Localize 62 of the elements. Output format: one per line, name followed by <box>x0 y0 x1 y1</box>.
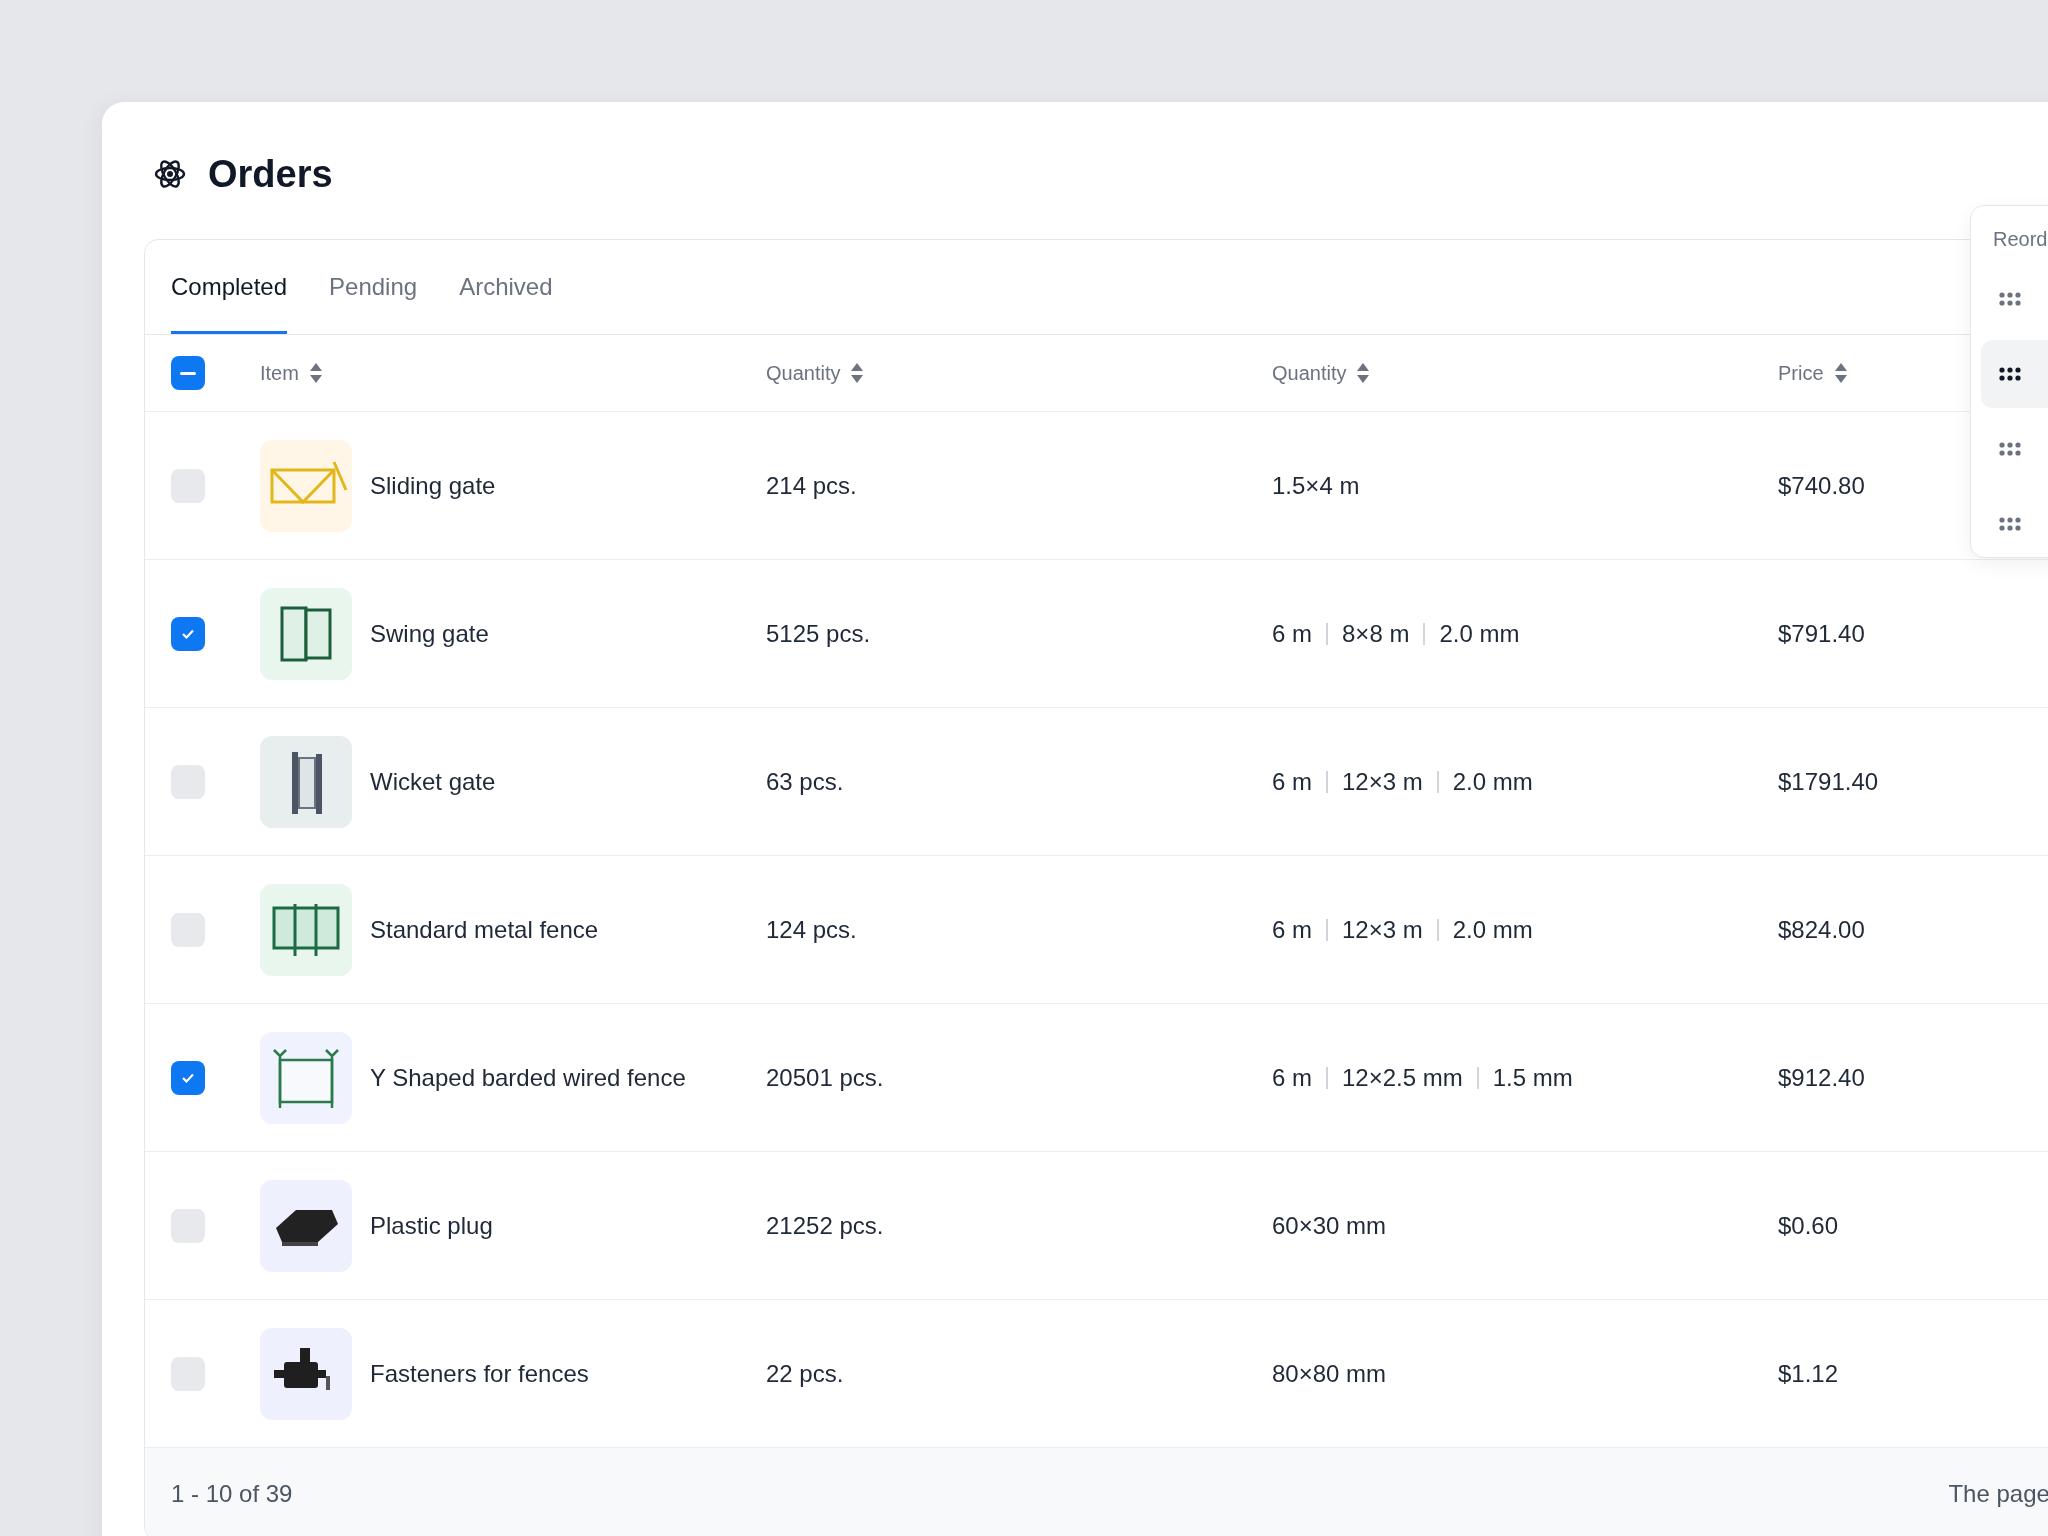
quantity-cell-text: 5125 pcs. <box>766 619 872 648</box>
price-cell-text: $912.40 <box>1778 1063 1866 1092</box>
item-name: Plastic plug <box>370 1211 493 1240</box>
sort-icon[interactable] <box>850 362 865 384</box>
size-value: 12×3 m <box>1342 915 1423 944</box>
minus-icon <box>180 371 196 375</box>
sort-icon[interactable] <box>1356 362 1371 384</box>
tab[interactable]: Completed <box>171 240 288 334</box>
size-value: 2.0 mm <box>1452 767 1533 796</box>
check-icon <box>181 1071 195 1084</box>
price-cell-text: $1791.40 <box>1778 767 1880 796</box>
page-label: The page <box>1948 1480 2048 1508</box>
page-title: Orders <box>208 152 333 196</box>
size-value: 12×3 m <box>1342 767 1423 796</box>
item-name: Sliding gate <box>370 471 496 500</box>
item-name: Standard metal fence <box>370 915 599 944</box>
drag-handle-icon[interactable] <box>1999 517 2021 531</box>
atom-icon <box>154 158 186 190</box>
size-value: 80×80 mm <box>1272 1359 1387 1388</box>
size-value: 2.0 mm <box>1439 619 1520 648</box>
size-value: 6 m <box>1272 1063 1312 1092</box>
size-value: 1.5×4 m <box>1272 471 1360 500</box>
column-header[interactable]: Quantity <box>1272 361 1347 385</box>
item-name: Y Shaped barded wired fence <box>370 1063 686 1092</box>
checkbox[interactable] <box>171 1060 205 1095</box>
checkbox[interactable] <box>171 616 205 651</box>
sort-icon[interactable] <box>1833 362 1848 384</box>
quantity-cell-text: 22 pcs. <box>766 1359 845 1388</box>
size-value: 60×30 mm <box>1272 1211 1387 1240</box>
size-value: 1.5 mm <box>1492 1063 1573 1092</box>
price-cell-text: $1.12 <box>1778 1359 1840 1388</box>
size-value: 12×2.5 mm <box>1342 1063 1463 1092</box>
price-cell-text: $0.60 <box>1778 1211 1840 1240</box>
size-value: 6 m <box>1272 915 1312 944</box>
price-cell-text: $740.80 <box>1778 471 1866 500</box>
tab[interactable]: Archived <box>459 240 553 334</box>
item-name: Swing gate <box>370 619 489 648</box>
quantity-cell-text: 124 pcs. <box>766 915 858 944</box>
quantity-cell-text: 20501 pcs. <box>766 1063 885 1092</box>
size-value: 8×8 m <box>1342 619 1410 648</box>
quantity-cell-text: 63 pcs. <box>766 767 845 796</box>
quantity-cell-text: 214 pcs. <box>766 471 858 500</box>
size-value: 6 m <box>1272 619 1312 648</box>
menu-title: Reord <box>1992 228 2048 252</box>
tab[interactable]: Pending <box>329 240 418 334</box>
price-cell-text: $791.40 <box>1778 619 1866 648</box>
quantity-cell-text: 21252 pcs. <box>766 1211 885 1240</box>
item-name: Fasteners for fences <box>370 1359 589 1388</box>
pagination-range: 1 - 10 of 39 <box>171 1480 293 1508</box>
drag-handle-icon[interactable] <box>1999 367 2021 381</box>
check-icon <box>181 627 195 640</box>
price-cell-text: $824.00 <box>1778 915 1866 944</box>
column-header[interactable]: Quantity <box>766 361 841 385</box>
sort-icon[interactable] <box>308 362 323 384</box>
size-value: 2.0 mm <box>1452 915 1533 944</box>
column-header[interactable]: Item <box>260 361 299 385</box>
size-value: 6 m <box>1272 767 1312 796</box>
drag-handle-icon[interactable] <box>1999 292 2021 306</box>
drag-handle-icon[interactable] <box>1999 442 2021 456</box>
column-header[interactable]: Price <box>1778 361 1824 385</box>
item-name: Wicket gate <box>370 767 496 796</box>
checkbox[interactable] <box>171 356 205 390</box>
